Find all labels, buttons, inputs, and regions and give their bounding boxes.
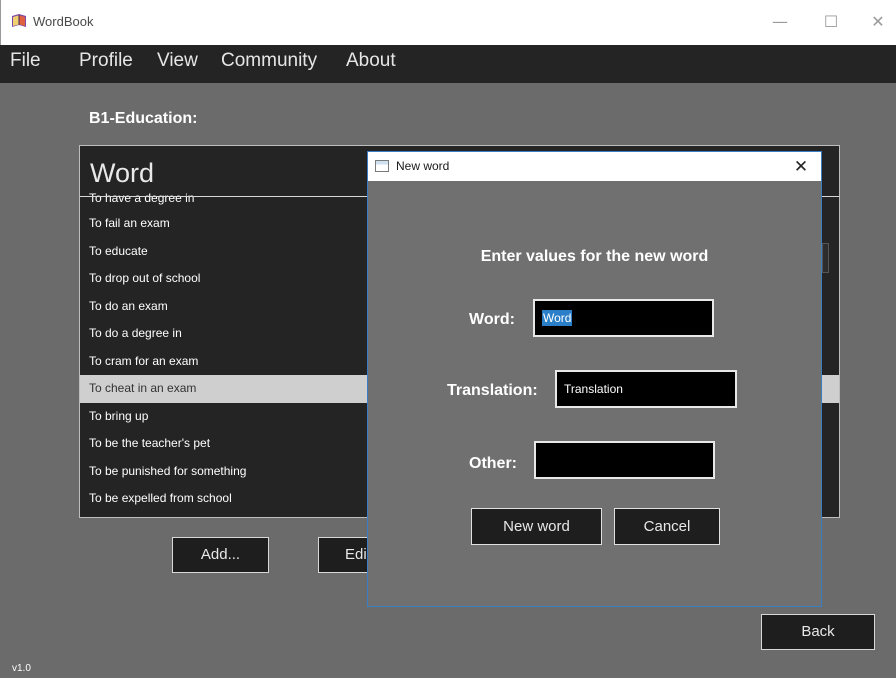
menu-about[interactable]: About (346, 50, 396, 72)
add-button[interactable]: Add... (172, 537, 269, 573)
window-icon (375, 160, 389, 172)
menu-bar: File Profile View Community About (0, 45, 896, 83)
word-field[interactable]: Word (533, 299, 714, 337)
minimize-button[interactable]: — (765, 10, 795, 34)
dialog-close-button[interactable]: ✕ (786, 155, 816, 179)
dialog-title-bar: New word ✕ (368, 152, 821, 181)
cancel-button[interactable]: Cancel (614, 508, 720, 545)
other-label: Other: (469, 455, 517, 472)
column-header-word[interactable]: Word (90, 158, 154, 189)
translation-label: Translation: (447, 382, 538, 399)
menu-file[interactable]: File (10, 50, 41, 72)
translation-field[interactable]: Translation (555, 370, 737, 408)
dialog-title: New word (396, 159, 450, 173)
maximize-button[interactable]: ☐ (816, 10, 846, 34)
table-scrollbar[interactable] (822, 243, 829, 273)
word-field-value: Word (542, 310, 573, 326)
back-button[interactable]: Back (761, 614, 875, 650)
word-label: Word: (469, 311, 515, 328)
new-word-button[interactable]: New word (471, 508, 602, 545)
close-button[interactable]: ✕ (863, 10, 893, 34)
menu-community[interactable]: Community (221, 50, 317, 72)
new-word-dialog: New word ✕ Enter values for the new word… (367, 151, 822, 607)
other-field[interactable] (534, 441, 715, 479)
app-title: WordBook (33, 14, 94, 29)
title-bar: WordBook — ☐ ✕ (0, 0, 896, 45)
category-title: B1-Education: (89, 110, 198, 127)
menu-profile[interactable]: Profile (79, 50, 133, 72)
dialog-heading: Enter values for the new word (480, 248, 709, 265)
version-label: v1.0 (12, 663, 31, 674)
book-icon (12, 14, 26, 27)
menu-view[interactable]: View (157, 50, 198, 72)
